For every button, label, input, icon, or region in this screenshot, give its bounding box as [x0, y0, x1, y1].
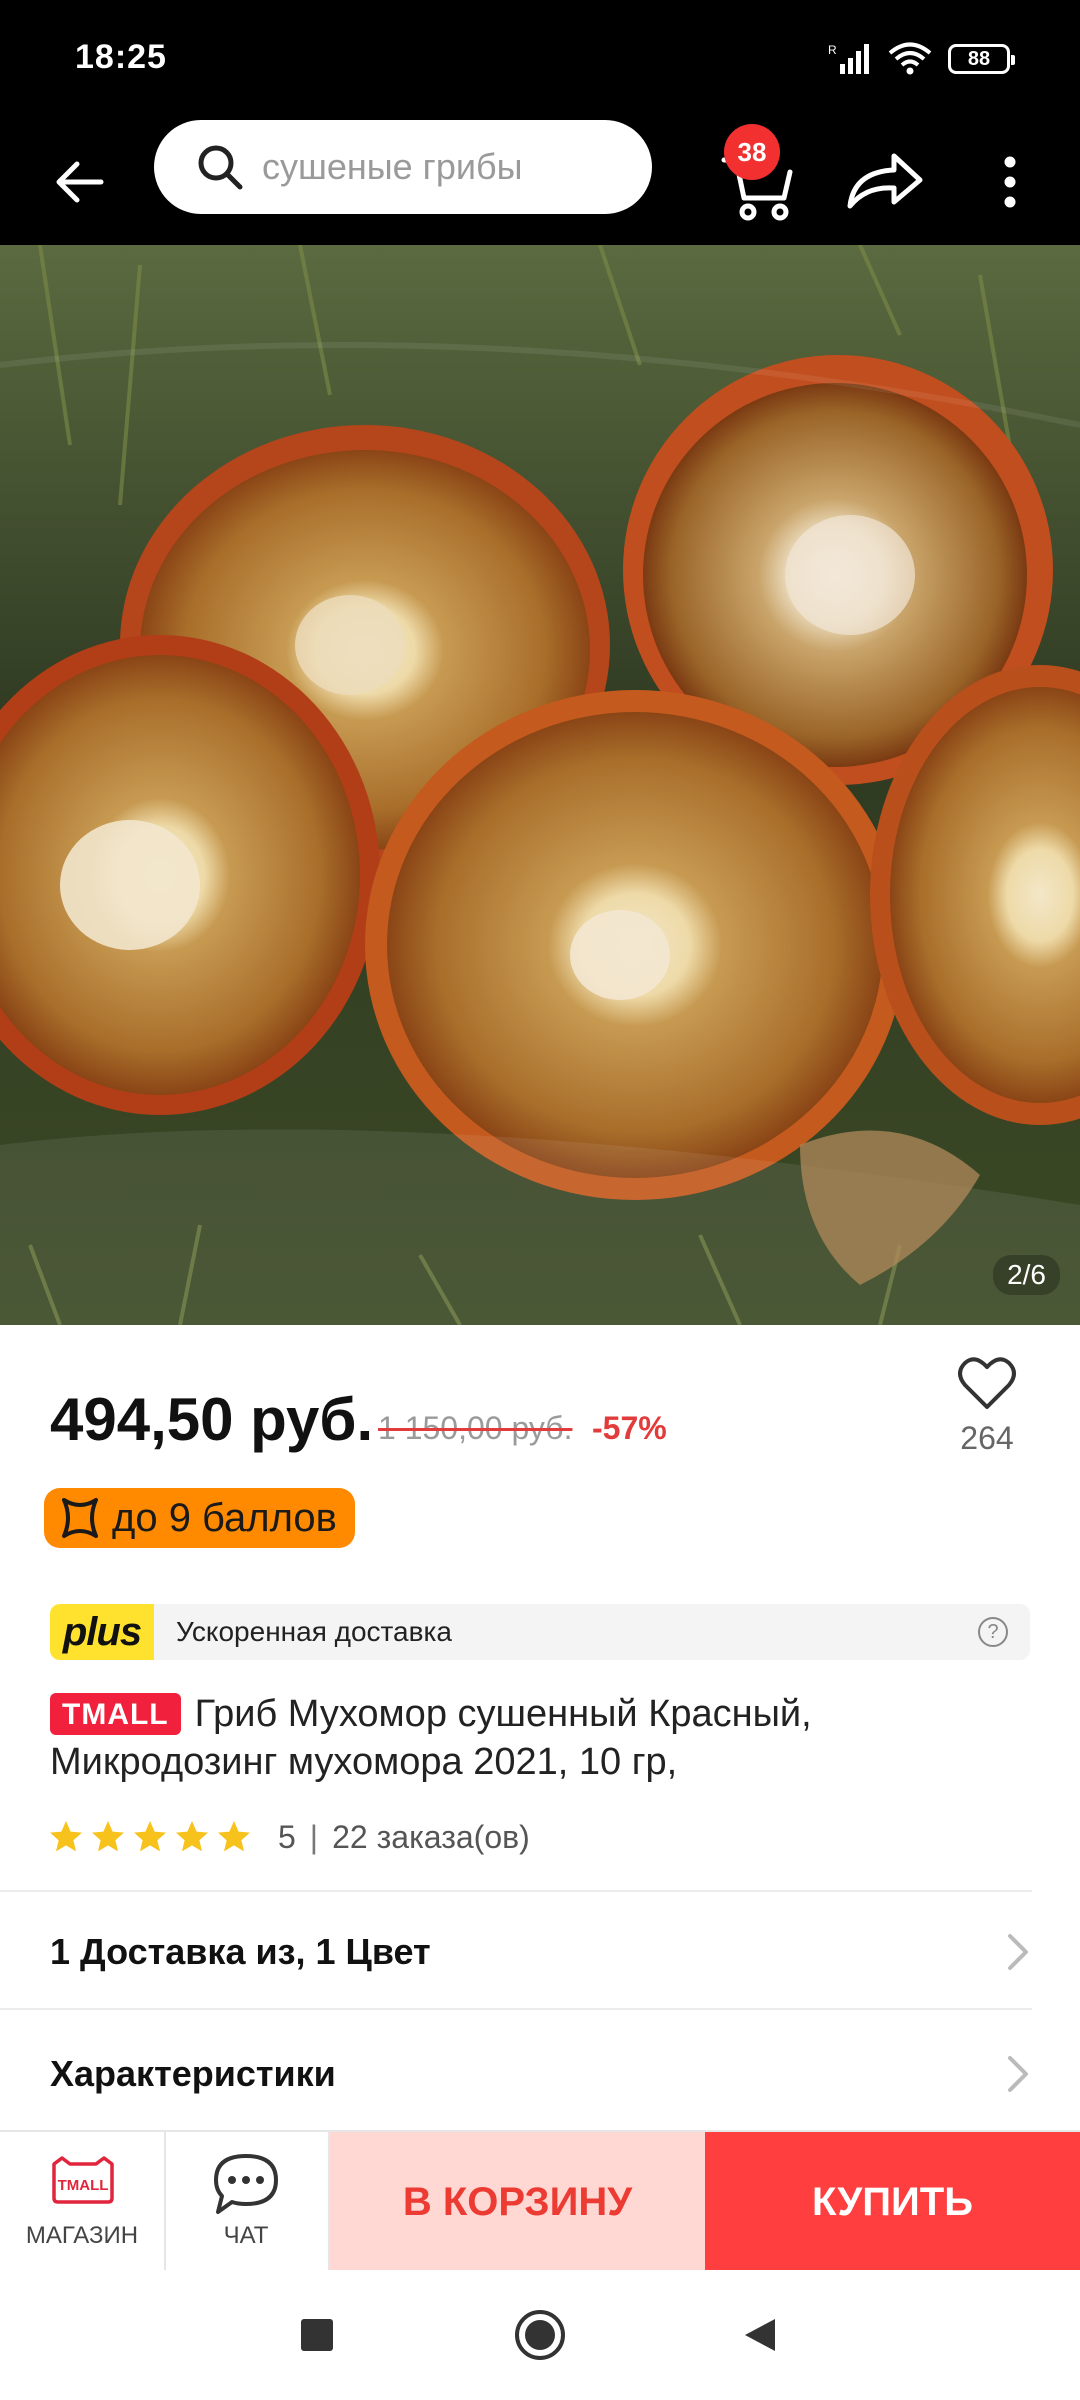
points-icon — [62, 1498, 98, 1538]
home-circle-icon — [515, 2310, 565, 2360]
old-price: 1 150,00 руб. — [378, 1410, 573, 1446]
delivery-options-row[interactable]: 1 Доставка из, 1 Цвет — [0, 1892, 1080, 2012]
search-icon — [192, 139, 248, 195]
status-icons: R 88 — [828, 38, 1015, 80]
triangle-back-icon — [745, 2319, 775, 2351]
star-icon — [92, 1821, 124, 1852]
divider — [0, 2008, 1032, 2010]
star-icon — [50, 1821, 82, 1852]
characteristics-label: Характеристики — [50, 2053, 336, 2094]
battery-icon: 88 — [948, 44, 1015, 74]
more-options-button[interactable] — [980, 140, 1040, 220]
tmall-badge: TMALL — [50, 1693, 181, 1735]
more-vertical-icon — [1004, 156, 1016, 208]
back-arrow-icon — [56, 161, 104, 203]
orders-count: 22 заказа(ов) — [332, 1818, 530, 1855]
back-nav-button[interactable] — [726, 2300, 796, 2370]
rating-stars — [48, 1819, 252, 1855]
cart-count-badge: 38 — [724, 124, 780, 180]
chevron-right-icon — [1008, 2056, 1028, 2092]
heart-icon — [958, 1357, 1016, 1409]
plus-logo: plus — [50, 1604, 154, 1660]
status-bar: 18:25 R 88 — [0, 0, 1080, 120]
product-title: TMALL Гриб Мухомор сушенный Красный, Микр… — [50, 1690, 1040, 1786]
search-bar[interactable] — [154, 120, 652, 214]
discount-percent: -57% — [592, 1410, 667, 1446]
wifi-icon — [888, 42, 932, 75]
chat-button[interactable]: ЧАТ — [164, 2132, 330, 2272]
cart-button[interactable]: 38 — [712, 124, 812, 230]
favorite-button[interactable]: 264 — [942, 1355, 1032, 1475]
status-time: 18:25 — [75, 38, 167, 76]
delivery-options-label: 1 Доставка из, 1 Цвет — [50, 1931, 431, 1972]
back-button[interactable] — [40, 142, 120, 222]
star-icon — [218, 1821, 250, 1852]
share-button[interactable] — [840, 140, 930, 220]
add-to-cart-button[interactable]: В КОРЗИНУ — [330, 2132, 705, 2272]
help-icon[interactable]: ? — [978, 1617, 1008, 1647]
top-bar: 38 — [0, 120, 1080, 245]
signal-icon: R — [828, 43, 869, 74]
tmall-store-icon-text: TMALL — [58, 2177, 109, 2194]
bottom-action-bar: TMALL МАГАЗИН ЧАТ В КОРЗИНУ КУПИТЬ — [0, 2130, 1080, 2272]
store-label: МАГАЗИН — [25, 2222, 139, 2249]
recents-button[interactable] — [282, 2300, 352, 2370]
points-badge[interactable]: до 9 баллов — [44, 1488, 355, 1548]
store-button[interactable]: TMALL МАГАЗИН — [0, 2132, 166, 2272]
points-label: до 9 баллов — [112, 1495, 337, 1540]
rating-separator: | — [309, 1818, 319, 1855]
svg-text:R: R — [828, 43, 837, 57]
rating-value: 5 — [278, 1818, 296, 1855]
star-icon — [176, 1821, 208, 1852]
gallery-counter: 2/6 — [993, 1255, 1060, 1295]
fast-delivery-row[interactable]: plus Ускоренная доставка ? — [50, 1604, 1030, 1660]
favorites-count: 264 — [960, 1420, 1014, 1456]
buy-now-button[interactable]: КУПИТЬ — [705, 2132, 1080, 2272]
current-price: 494,50 руб. — [50, 1386, 374, 1453]
product-photo[interactable]: 2/6 — [0, 245, 1080, 1325]
system-nav-bar — [0, 2270, 1080, 2400]
fast-delivery-label: Ускоренная доставка — [176, 1616, 452, 1647]
rating-row[interactable]: 5 | 22 заказа(ов) — [48, 1812, 530, 1862]
home-button[interactable] — [505, 2300, 575, 2370]
search-input[interactable] — [260, 145, 644, 189]
characteristics-row[interactable]: Характеристики — [0, 2018, 1080, 2130]
square-icon — [301, 2319, 333, 2351]
chat-label: ЧАТ — [223, 2222, 269, 2249]
mushroom-caps-image — [0, 245, 1080, 1325]
battery-level: 88 — [967, 47, 991, 70]
chevron-right-icon — [1008, 1934, 1028, 1970]
tmall-store-icon: TMALL — [52, 2156, 114, 2204]
chat-icon — [214, 2154, 278, 2214]
share-icon — [847, 153, 923, 209]
star-icon — [134, 1821, 166, 1852]
